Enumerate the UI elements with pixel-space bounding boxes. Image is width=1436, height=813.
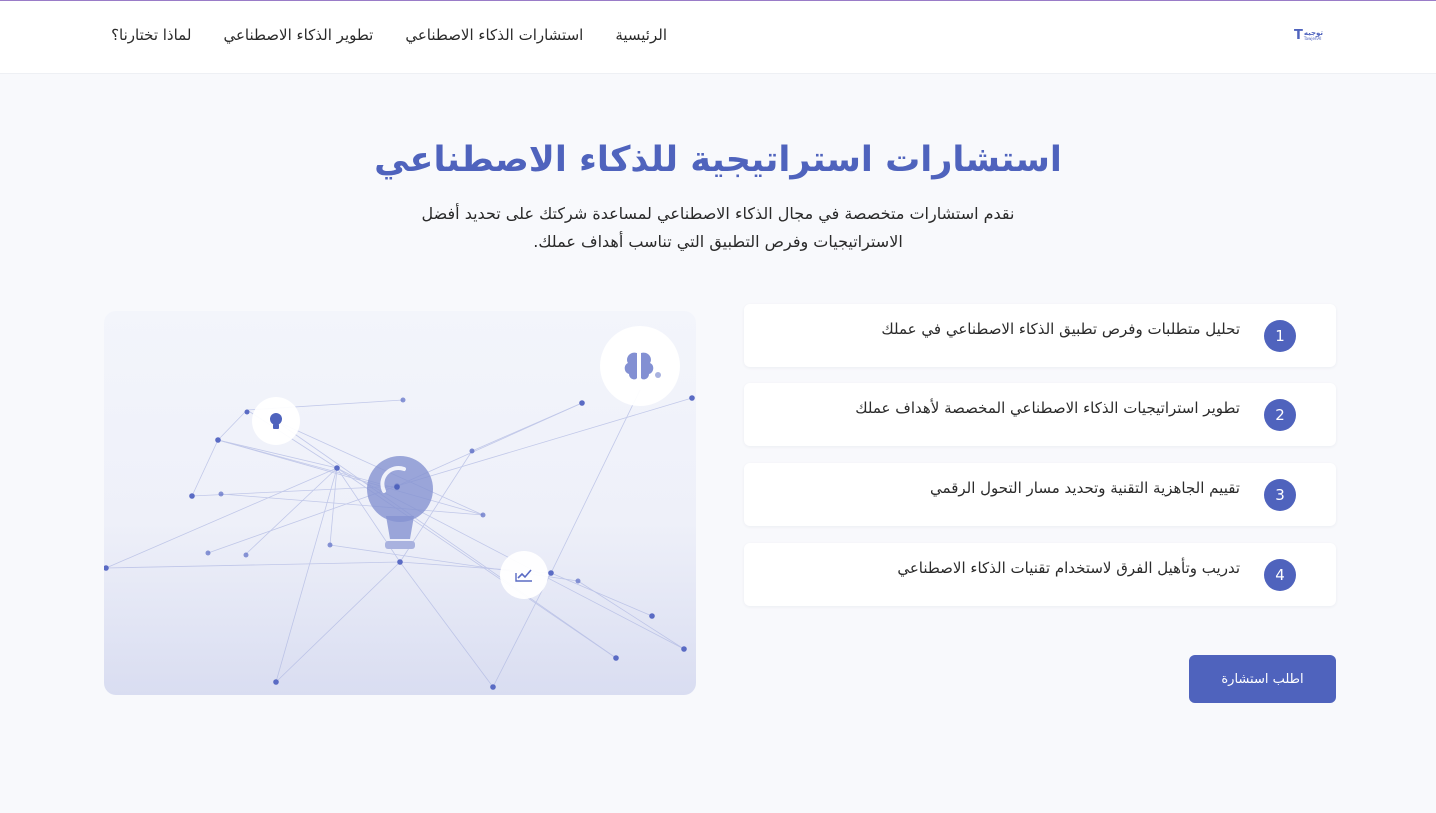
feature-item-2: 2 تطوير استراتيجيات الذكاء الاصطناعي الم… — [744, 383, 1336, 446]
page-subtitle: نقدم استشارات متخصصة في مجال الذكاء الاص… — [421, 204, 1015, 251]
logo[interactable]: T توجيه TawjehAI — [1294, 28, 1330, 44]
chart-line-icon — [500, 551, 548, 599]
logo-text: توجيه TawjehAI — [1304, 30, 1323, 42]
nav-link-ai-development[interactable]: تطوير الذكاء الاصطناعي — [223, 26, 373, 44]
lightbulb-small-icon — [252, 397, 300, 445]
lightbulb-icon — [367, 456, 433, 549]
feature-text: تطوير استراتيجيات الذكاء الاصطناعي المخص… — [855, 399, 1240, 417]
feature-text: تدريب وتأهيل الفرق لاستخدام تقنيات الذكا… — [897, 559, 1240, 577]
network-illustration — [104, 311, 696, 695]
feature-text: تحليل متطلبات وفرص تطبيق الذكاء الاصطناع… — [881, 320, 1240, 338]
network-graph — [104, 326, 695, 690]
logo-english-text: TawjehAI — [1303, 36, 1322, 41]
feature-number-badge: 4 — [1264, 559, 1296, 591]
feature-item-4: 4 تدريب وتأهيل الفرق لاستخدام تقنيات الذ… — [744, 543, 1336, 606]
feature-item-1: 1 تحليل متطلبات وفرص تطبيق الذكاء الاصطن… — [744, 304, 1336, 367]
nav-link-why-us[interactable]: لماذا تختارنا؟ — [111, 26, 191, 44]
feature-text: تقييم الجاهزية التقنية وتحديد مسار التحو… — [930, 479, 1240, 497]
request-consultation-button[interactable]: اطلب استشارة — [1189, 655, 1336, 703]
main-nav: الرئيسية استشارات الذكاء الاصطناعي تطوير… — [111, 26, 667, 44]
nav-link-ai-consulting[interactable]: استشارات الذكاء الاصطناعي — [405, 26, 583, 44]
feature-item-3: 3 تقييم الجاهزية التقنية وتحديد مسار الت… — [744, 463, 1336, 526]
brain-icon — [600, 326, 680, 406]
logo-mark: T — [1294, 28, 1303, 43]
feature-number-badge: 2 — [1264, 399, 1296, 431]
feature-number-badge: 3 — [1264, 479, 1296, 511]
navbar: T توجيه TawjehAI الرئيسية استشارات الذكا… — [0, 1, 1436, 74]
feature-number-badge: 1 — [1264, 320, 1296, 352]
nav-link-home[interactable]: الرئيسية — [615, 26, 667, 44]
page-title: استشارات استراتيجية للذكاء الاصطناعي — [374, 140, 1062, 180]
